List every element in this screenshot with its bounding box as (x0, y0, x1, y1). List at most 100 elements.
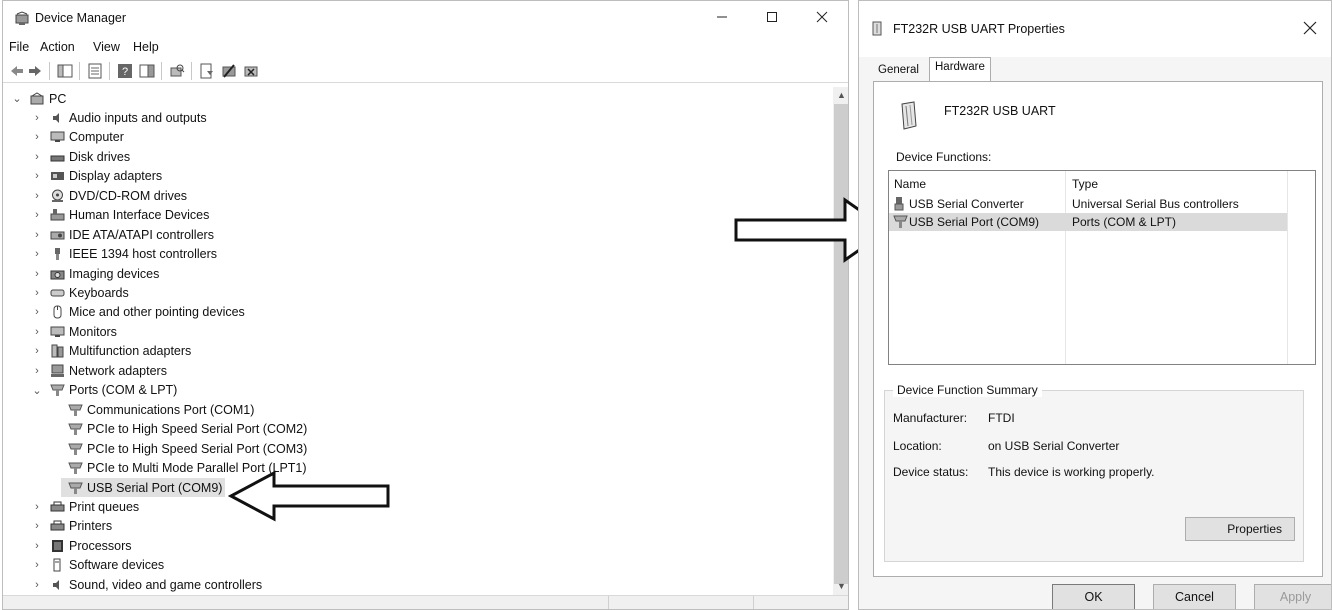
uninstall-device-icon[interactable] (243, 63, 259, 79)
chevron-right-icon[interactable]: › (31, 579, 43, 591)
menu-action[interactable]: Action (40, 40, 75, 54)
function-row-selected[interactable]: USB Serial Port (COM9) Ports (COM & LPT) (889, 213, 1287, 231)
scroll-up-icon[interactable]: ▲ (833, 87, 848, 104)
scan-hardware-icon[interactable] (169, 63, 185, 79)
function-name: USB Serial Converter (909, 197, 1024, 211)
tree-item-category[interactable]: › Software devices (31, 556, 164, 575)
tree-root[interactable]: ⌄ PC (11, 89, 66, 108)
dialog-title: FT232R USB UART Properties (893, 22, 1065, 36)
tree-item-category[interactable]: › Monitors (31, 322, 117, 341)
column-divider (1287, 171, 1288, 364)
tree-item-device[interactable]: PCIe to High Speed Serial Port (COM3) (61, 439, 307, 458)
chevron-right-icon[interactable]: › (31, 326, 43, 338)
port-icon (67, 403, 83, 417)
ide-icon (49, 228, 65, 242)
tree-item-label: Processors (69, 538, 132, 553)
tree-item-label: PC (49, 91, 67, 106)
column-header-type[interactable]: Type (1072, 177, 1098, 191)
chevron-right-icon[interactable]: › (31, 287, 43, 299)
column-header-name[interactable]: Name (894, 177, 926, 191)
tree-item-category[interactable]: › Keyboards (31, 284, 129, 303)
tree-item-category[interactable]: › Disk drives (31, 147, 130, 166)
menu-help[interactable]: Help (133, 40, 159, 54)
tab-hardware[interactable]: Hardware (929, 57, 991, 82)
tree-item-category[interactable]: › Printers (31, 517, 112, 536)
chevron-right-icon[interactable]: › (31, 112, 43, 124)
tree-item-category[interactable]: › Mice and other pointing devices (31, 303, 245, 322)
tree-item-category[interactable]: › Sound, video and game controllers (31, 575, 262, 594)
tree-item-category[interactable]: › DVD/CD-ROM drives (31, 186, 187, 205)
show-hide-console-tree-icon[interactable] (57, 63, 73, 79)
tree-item-category[interactable]: › Audio inputs and outputs (31, 108, 206, 127)
forward-icon[interactable] (27, 63, 43, 79)
ok-button[interactable]: OK (1052, 584, 1135, 609)
tree-item-label: DVD/CD-ROM drives (69, 188, 188, 203)
chevron-right-icon[interactable]: › (31, 131, 43, 143)
update-driver-icon[interactable] (199, 63, 215, 79)
tree-item-category[interactable]: › Multifunction adapters (31, 342, 191, 361)
vertical-scrollbar[interactable]: ▲ ▼ (833, 87, 848, 595)
tree-item-label: Sound, video and game controllers (69, 577, 263, 592)
device-functions-list[interactable]: Name Type USB Serial Converter Universal… (888, 170, 1316, 365)
tree-item-label: Multifunction adapters (69, 344, 192, 359)
tree-item-category[interactable]: › Imaging devices (31, 264, 159, 283)
tab-general[interactable]: General (873, 61, 924, 83)
tree-item-device[interactable]: Communications Port (COM1) (61, 400, 254, 419)
chevron-down-icon[interactable]: ⌄ (11, 92, 23, 105)
function-row[interactable]: USB Serial Converter Universal Serial Bu… (889, 195, 1287, 213)
minimize-button[interactable] (703, 3, 741, 31)
chevron-right-icon[interactable]: › (31, 209, 43, 221)
back-icon[interactable] (9, 63, 25, 79)
callout-arrow-left (228, 470, 390, 522)
tree-item-label: PCIe to High Speed Serial Port (COM3) (87, 441, 308, 456)
action-pane-icon[interactable] (139, 63, 155, 79)
menu-view[interactable]: View (93, 40, 120, 54)
chevron-right-icon[interactable]: › (31, 229, 43, 241)
tree-item-category[interactable]: › IDE ATA/ATAPI controllers (31, 225, 214, 244)
tree-item-device[interactable]: PCIe to High Speed Serial Port (COM2) (61, 420, 307, 439)
close-button[interactable] (803, 3, 841, 31)
ieee1394-icon (49, 247, 65, 261)
tree-item-category[interactable]: › Print queues (31, 497, 139, 516)
chevron-right-icon[interactable]: › (31, 151, 43, 163)
device-tree[interactable]: ⌄ PC › Audio inputs and outputs › Computer › Di… (3, 87, 833, 595)
tree-item-device[interactable]: USB Serial Port (COM9) (61, 478, 226, 497)
svg-text:?: ? (122, 66, 128, 78)
chevron-right-icon[interactable]: › (31, 268, 43, 280)
monitor-icon (49, 130, 65, 144)
chevron-down-icon[interactable]: ⌄ (31, 384, 43, 397)
help-icon[interactable]: ? (117, 63, 133, 79)
scroll-down-icon[interactable]: ▼ (833, 578, 848, 595)
function-type: Ports (COM & LPT) (1072, 215, 1177, 229)
chevron-right-icon[interactable]: › (31, 540, 43, 552)
properties-icon[interactable] (87, 63, 103, 79)
port-icon (893, 214, 908, 232)
chevron-right-icon[interactable]: › (31, 248, 43, 260)
dialog-close-button[interactable] (1295, 13, 1325, 43)
tree-item-category[interactable]: › Processors (31, 536, 132, 555)
tree-item-category[interactable]: ⌄ Ports (COM & LPT) (31, 381, 177, 400)
chevron-right-icon[interactable]: › (31, 170, 43, 182)
chevron-right-icon[interactable]: › (31, 501, 43, 513)
properties-button[interactable]: Properties (1185, 517, 1295, 541)
scrollbar-thumb[interactable] (834, 104, 848, 584)
tree-item-category[interactable]: › Computer (31, 128, 124, 147)
device-manager-window: Device Manager File Action View Help ? ⌄… (2, 0, 849, 610)
tree-item-label: USB Serial Port (COM9) (87, 480, 223, 495)
tree-item-category[interactable]: › Network adapters (31, 361, 167, 380)
maximize-button[interactable] (753, 3, 791, 31)
chevron-right-icon[interactable]: › (31, 190, 43, 202)
chevron-right-icon[interactable]: › (31, 520, 43, 532)
chevron-right-icon[interactable]: › (31, 306, 43, 318)
menu-file[interactable]: File (9, 40, 29, 54)
chevron-right-icon[interactable]: › (31, 365, 43, 377)
chevron-right-icon[interactable]: › (31, 345, 43, 357)
disable-device-icon[interactable] (221, 63, 237, 79)
chevron-right-icon[interactable]: › (31, 559, 43, 571)
tree-item-category[interactable]: › IEEE 1394 host controllers (31, 245, 217, 264)
cancel-button[interactable]: Cancel (1153, 584, 1236, 609)
window-title: Device Manager (35, 11, 127, 25)
tree-item-category[interactable]: › Human Interface Devices (31, 206, 209, 225)
apply-button[interactable]: Apply (1254, 584, 1331, 609)
tree-item-category[interactable]: › Display adapters (31, 167, 162, 186)
